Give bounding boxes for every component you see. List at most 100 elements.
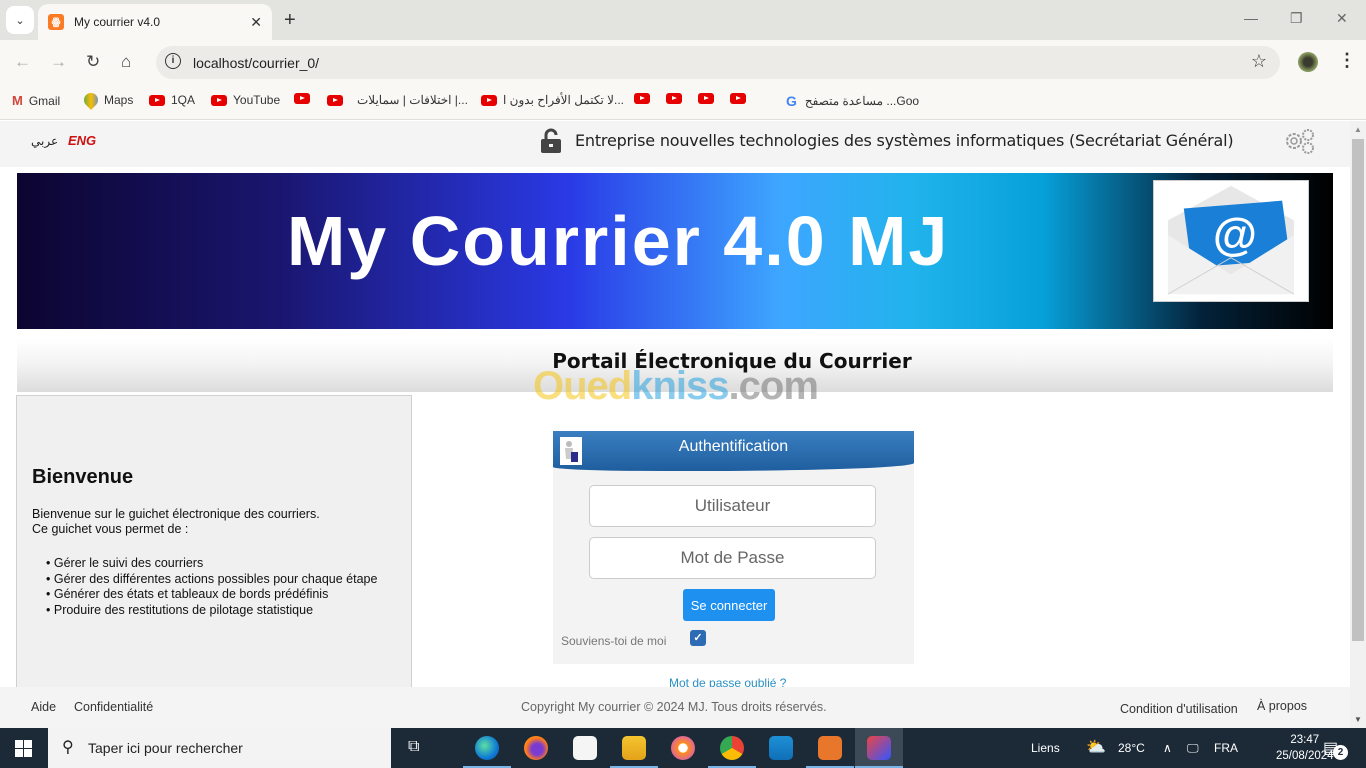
address-bar[interactable]: i localhost/courrier_0/ ☆ [156,46,1280,79]
list-item: Produire des restitutions de pilotage st… [46,603,377,619]
welcome-heading: Bienvenue [32,466,134,488]
bookmark-youtube-2[interactable] [294,93,310,104]
new-tab-button[interactable]: + [284,9,296,32]
firefox-icon[interactable] [524,736,548,760]
mail-icon[interactable] [769,736,793,760]
home-button[interactable]: ⌂ [121,52,131,72]
list-item: Générer des états et tableaux de bords p… [46,587,377,603]
username-input[interactable] [589,485,876,527]
windows-taskbar: ⚲ Taper ici pour rechercher ⧉ Liens ⛅ 28… [0,728,1366,768]
copyright-text: Copyright My courrier © 2024 MJ. Tous dr… [521,700,827,714]
login-panel-title: Authentification [678,438,789,455]
bookmark-youtube-8[interactable] [730,93,746,104]
restore-button[interactable]: ❐ [1290,10,1303,27]
browser-tab[interactable]: ꙮ My courrier v4.0 ✕ [38,4,272,40]
reload-button[interactable]: ↻ [86,52,100,72]
bookmark-1qa[interactable]: 1QA [149,93,195,107]
youtube-icon [481,94,497,106]
search-icon: ⚲ [62,739,74,756]
youtube-icon [149,94,165,106]
close-window-button[interactable]: ✕ [1336,10,1348,27]
maps-icon [81,90,101,110]
settings-gears-icon[interactable] [1283,127,1319,155]
bookmark-youtube-7[interactable] [698,93,714,104]
bookmark-youtube-5[interactable] [634,93,650,104]
weather-icon[interactable]: ⛅ [1086,737,1106,757]
welcome-intro: Bienvenue sur le guichet électronique de… [32,507,320,536]
microsoft-store-icon[interactable] [573,736,597,760]
scroll-thumb[interactable] [1352,139,1364,641]
banner-title: My Courrier 4.0 MJ [287,202,950,280]
page-viewport: عربي ENG Entreprise nouvelles technologi… [0,121,1350,728]
page-topbar: عربي ENG Entreprise nouvelles technologi… [0,121,1350,167]
youtube-icon [294,93,310,104]
watermark-text: Ouedkniss.com [533,364,819,408]
app-banner: My Courrier 4.0 MJ @ [17,173,1333,329]
login-button[interactable]: Se connecter [683,589,775,621]
forward-button[interactable]: → [50,52,67,72]
tab-search-button[interactable]: ⌄ [6,6,34,34]
login-panel: Authentification Se connecter Souviens-t… [553,431,914,664]
privacy-link[interactable]: Confidentialité [74,700,153,714]
youtube-icon [327,94,343,106]
chrome-icon[interactable] [720,736,744,760]
edge-icon[interactable] [475,736,499,760]
youtube-icon [666,93,682,104]
youtube-icon [634,93,650,104]
scroll-up-arrow[interactable]: ▲ [1354,125,1362,134]
organization-title: Entreprise nouvelles technologies des sy… [575,131,1234,150]
unlock-icon [541,128,561,153]
remember-me-checkbox[interactable]: ✓ [690,630,706,646]
youtube-icon [730,93,746,104]
scroll-down-arrow[interactable]: ▼ [1354,715,1362,724]
minimize-button[interactable]: — [1244,10,1258,26]
browser-tab-strip: ⌄ ꙮ My courrier v4.0 ✕ + — ❐ ✕ [0,0,1366,40]
language-arabic-link[interactable]: عربي [31,134,58,148]
taskbar-search[interactable]: ⚲ Taper ici pour rechercher [48,728,391,768]
language-english-link[interactable]: ENG [68,133,96,148]
youtube-icon [698,93,714,104]
remember-me-label: Souviens-toi de moi [561,634,667,648]
bookmark-youtube[interactable]: YouTube [211,93,280,107]
xampp-icon[interactable] [818,736,842,760]
taskbar-search-placeholder: Taper ici pour rechercher [88,740,243,756]
password-input[interactable] [589,537,876,579]
gmail-icon: M [12,93,23,108]
snipping-tool-icon[interactable] [867,736,891,760]
list-item: Gérer le suivi des courriers [46,556,377,572]
bookmark-youtube-3[interactable]: اختلافات | سمايلات |... [327,93,468,107]
bookmark-youtube-4[interactable]: لا تكتمل الأفراح بدون ا... [481,93,624,107]
links-toolbar[interactable]: Liens [1031,741,1060,755]
browser-toolbar: ← → ↻ ⌂ i localhost/courrier_0/ ☆ ⋮ [0,40,1366,85]
bookmark-google-help[interactable]: G مساعدة متصفح ...Goo [786,93,919,109]
browser-menu-icon[interactable]: ⋮ [1338,50,1356,71]
tray-chevron-up-icon[interactable]: ∧ [1163,741,1172,755]
windows-start-icon[interactable] [15,740,32,757]
bookmark-maps[interactable]: Maps [81,90,133,110]
about-link[interactable]: À propos [1257,699,1307,713]
terms-link[interactable]: Condition d'utilisation [1120,702,1238,716]
back-button[interactable]: ← [14,52,31,72]
youtube-icon [211,94,227,106]
close-icon[interactable]: ✕ [250,14,262,31]
bookmark-youtube-6[interactable] [666,93,682,104]
page-scrollbar[interactable]: ▲ ▼ [1350,121,1366,728]
chevron-down-icon: ⌄ [15,14,25,27]
file-explorer-icon[interactable] [622,736,646,760]
notification-count: 2 [1333,745,1348,760]
network-icon[interactable]: 🖵 [1187,741,1199,756]
welcome-panel: Bienvenue Bienvenue sur le guichet élect… [16,395,412,695]
google-icon: G [786,93,797,109]
task-view-icon[interactable]: ⧉ [408,738,419,756]
profile-avatar[interactable] [1298,52,1318,72]
url-text[interactable]: localhost/courrier_0/ [193,55,319,71]
temperature-text[interactable]: 28°C [1118,741,1145,755]
bookmark-star-icon[interactable]: ☆ [1251,51,1267,72]
bookmark-gmail[interactable]: M Gmail [12,93,60,108]
site-info-icon[interactable]: i [165,53,181,69]
brave-icon[interactable] [671,736,695,760]
tab-title: My courrier v4.0 [74,15,161,29]
help-link[interactable]: Aide [31,700,56,714]
input-language[interactable]: FRA [1214,741,1238,755]
list-item: Gérer des différentes actions possibles … [46,572,378,588]
